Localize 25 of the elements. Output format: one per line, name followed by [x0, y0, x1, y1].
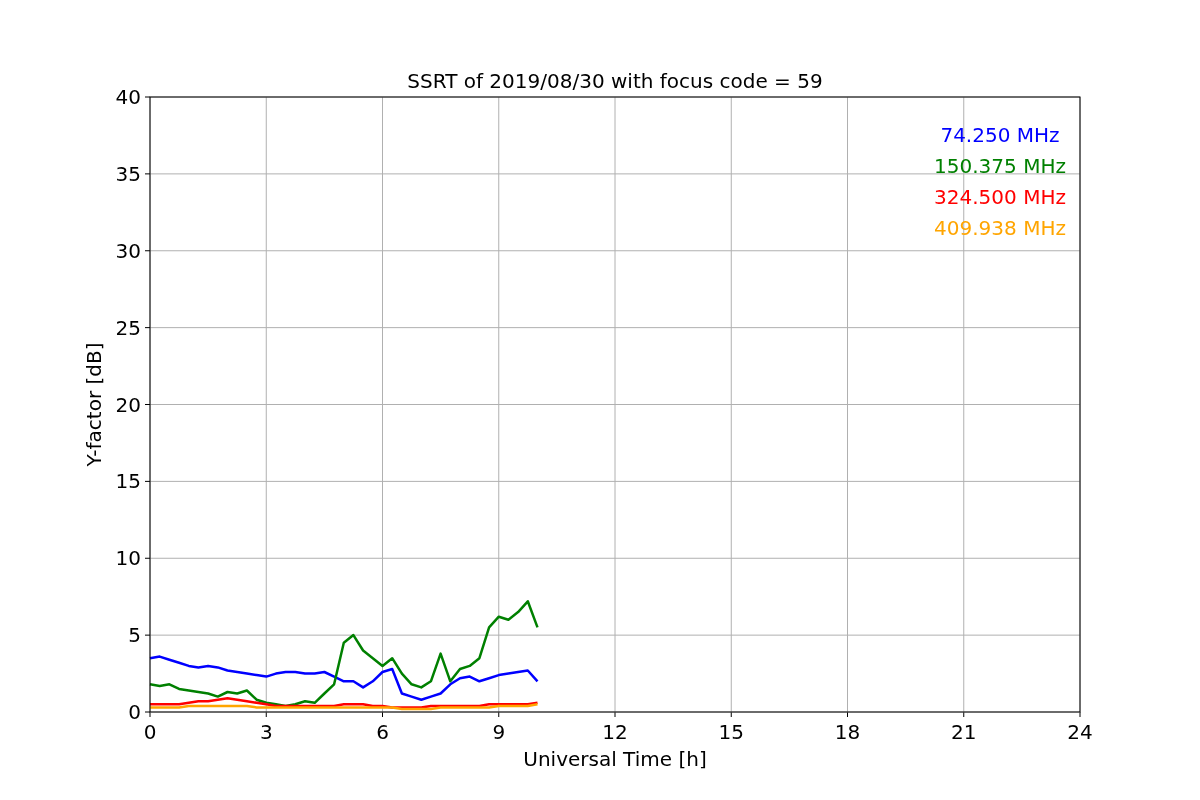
tick-label: 30 — [115, 238, 141, 263]
tick-label: 21 — [951, 720, 977, 744]
tick-label: 3 — [259, 720, 273, 744]
legend-label: 74.250 MHz — [940, 123, 1060, 147]
tick-label: 24 — [1067, 720, 1093, 744]
tick-label: 12 — [602, 720, 628, 744]
legend-label: 150.375 MHz — [934, 154, 1066, 178]
tick-label: 10 — [115, 546, 141, 571]
chart-title: SSRT of 2019/08/30 with focus code = 59 — [407, 69, 823, 93]
tick-label: 18 — [834, 720, 861, 744]
tick-label: 40 — [115, 85, 141, 109]
tick-label: 6 — [376, 720, 389, 744]
tick-label: 15 — [718, 720, 744, 744]
tick-label: 35 — [115, 161, 141, 186]
axis-label: Y-factor [dB] — [82, 342, 106, 467]
tick-label: 9 — [492, 720, 506, 744]
tick-label: 0 — [143, 720, 157, 744]
tick-label: 5 — [128, 623, 141, 648]
tick-label: 20 — [115, 392, 141, 417]
tick-label: 0 — [128, 700, 141, 724]
legend-label: 324.500 MHz — [934, 185, 1066, 209]
tick-label: 25 — [115, 315, 141, 340]
legend-label: 409.938 MHz — [934, 216, 1066, 240]
axis-label: Universal Time [h] — [523, 747, 707, 771]
tick-label: 15 — [115, 469, 141, 494]
